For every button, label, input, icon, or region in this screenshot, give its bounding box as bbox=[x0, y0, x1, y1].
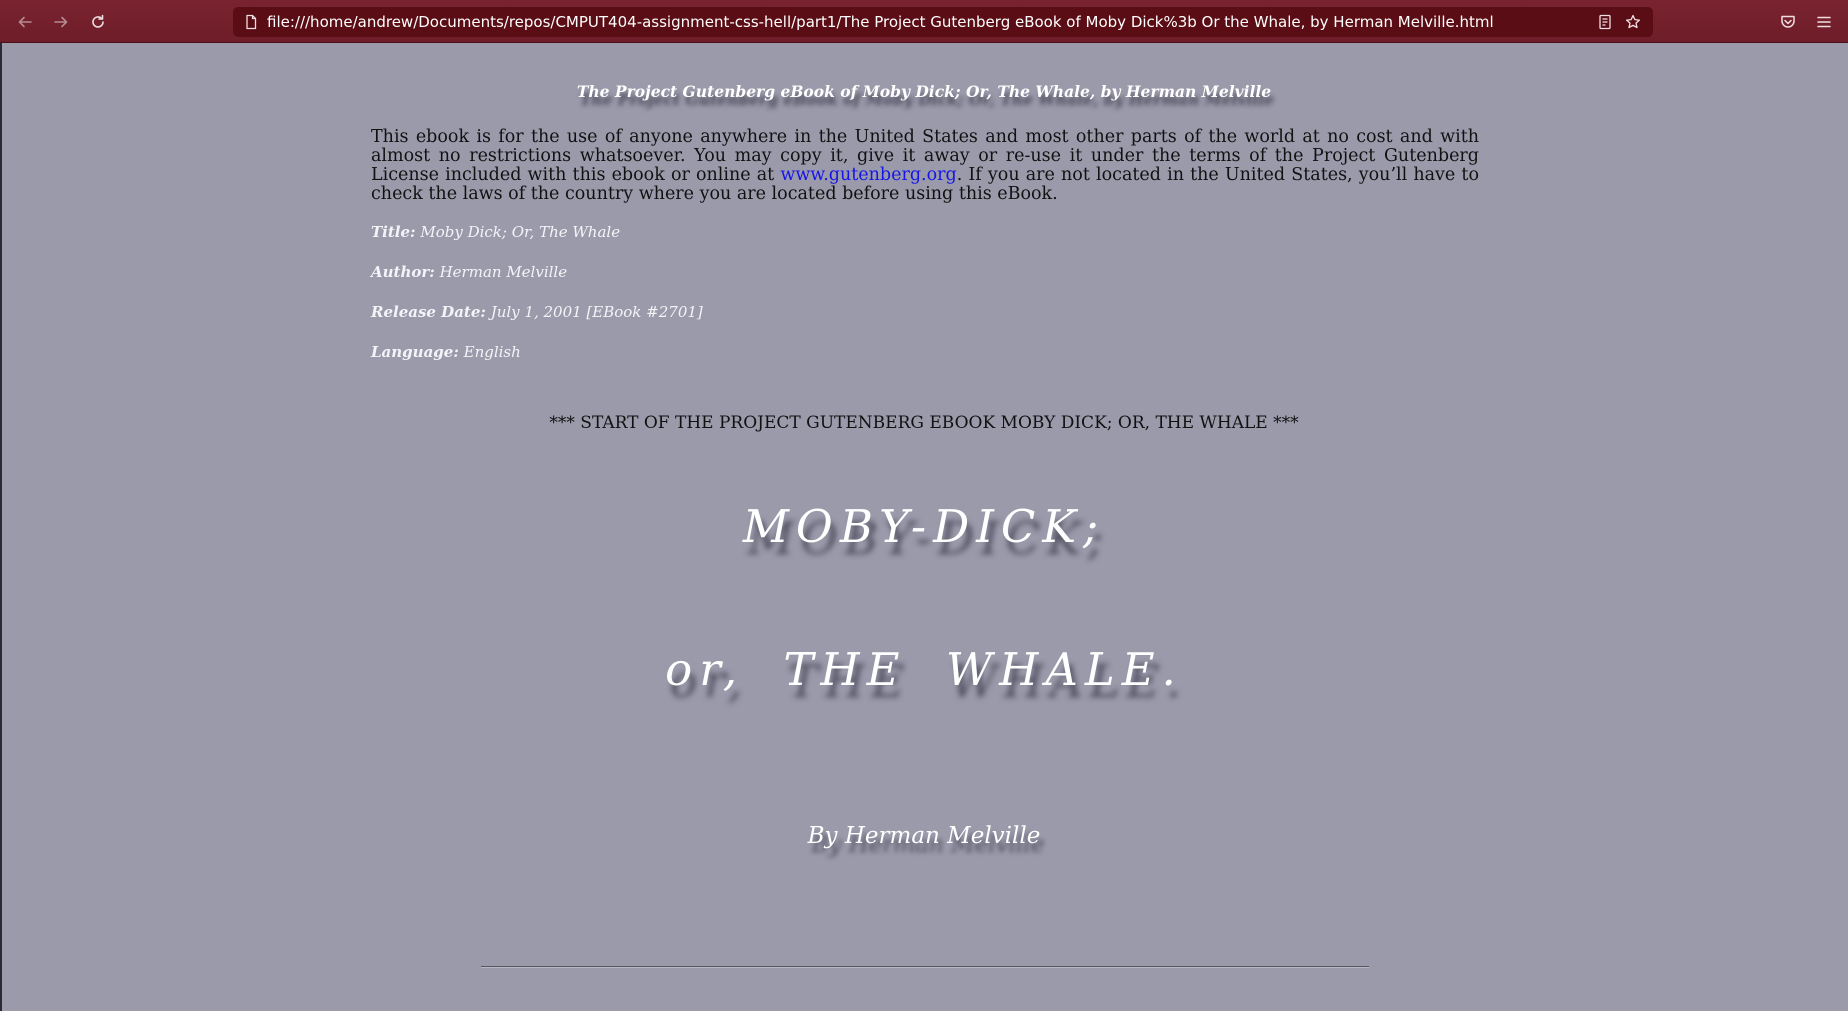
meta-language: Language: English bbox=[371, 343, 521, 361]
back-button[interactable] bbox=[12, 9, 38, 35]
meta-author-value: Herman Melville bbox=[434, 263, 568, 281]
forward-button[interactable] bbox=[48, 9, 74, 35]
page-icon bbox=[246, 14, 257, 30]
meta-release-value: July 1, 2001 [EBook #2701] bbox=[485, 303, 703, 321]
browser-toolbar: file:///home/andrew/Documents/repos/CMPU… bbox=[0, 0, 1848, 43]
pocket-icon[interactable] bbox=[1779, 13, 1797, 31]
meta-language-key: Language: bbox=[371, 343, 459, 361]
gutenberg-link[interactable]: www.gutenberg.org bbox=[780, 165, 956, 185]
reader-view-icon[interactable] bbox=[1597, 14, 1613, 30]
meta-release-key: Release Date: bbox=[371, 303, 486, 321]
author-byline: By Herman Melville bbox=[807, 823, 1041, 849]
url-text[interactable]: file:///home/andrew/Documents/repos/CMPU… bbox=[267, 7, 1587, 37]
page-content: The Project Gutenberg eBook of Moby Dick… bbox=[0, 43, 1848, 1011]
meta-title: Title: Moby Dick; Or, The Whale bbox=[371, 223, 620, 241]
book-title-line-1: MOBY-DICK; bbox=[742, 500, 1106, 553]
reload-button[interactable] bbox=[85, 9, 111, 35]
star-icon[interactable] bbox=[1625, 14, 1641, 30]
meta-author-key: Author: bbox=[371, 263, 435, 281]
arrow-right-icon bbox=[54, 16, 68, 28]
arrow-left-icon bbox=[18, 16, 32, 28]
horizontal-rule bbox=[481, 966, 1369, 968]
meta-language-value: English bbox=[458, 343, 521, 361]
url-bar[interactable]: file:///home/andrew/Documents/repos/CMPU… bbox=[233, 7, 1653, 37]
start-marker: *** START OF THE PROJECT GUTENBERG EBOOK… bbox=[549, 413, 1299, 433]
document-heading: The Project Gutenberg eBook of Moby Dick… bbox=[576, 82, 1272, 101]
meta-title-key: Title: bbox=[371, 223, 416, 241]
hamburger-menu-icon[interactable] bbox=[1815, 13, 1833, 31]
meta-title-value: Moby Dick; Or, The Whale bbox=[415, 223, 621, 241]
book-title-line-2: or, THE WHALE. bbox=[665, 643, 1183, 696]
intro-paragraph: This ebook is for the use of anyone anyw… bbox=[371, 128, 1479, 204]
meta-author: Author: Herman Melville bbox=[371, 263, 567, 281]
meta-release-date: Release Date: July 1, 2001 [EBook #2701] bbox=[371, 303, 703, 321]
reload-icon bbox=[92, 14, 104, 28]
